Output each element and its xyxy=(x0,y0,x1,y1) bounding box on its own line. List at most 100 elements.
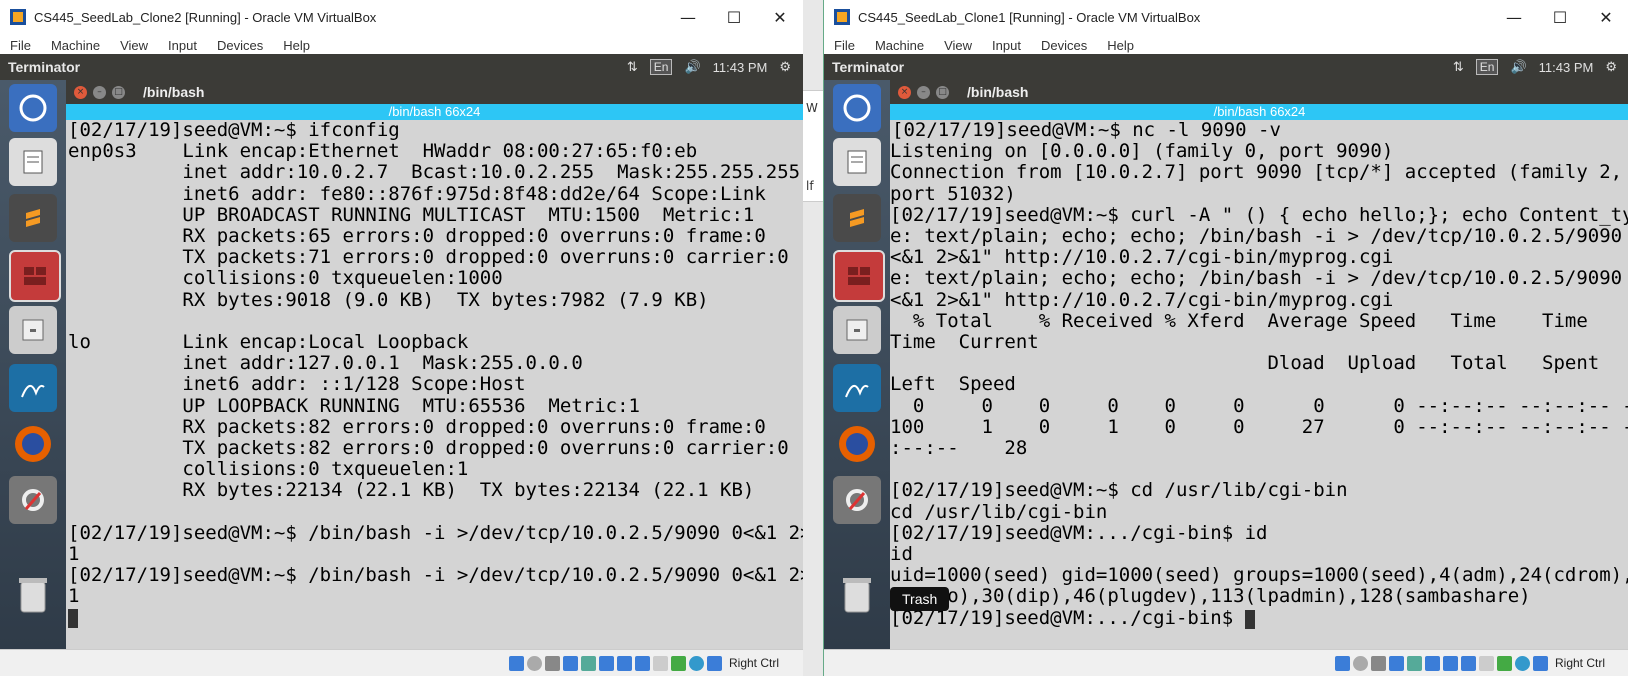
sublime-text-icon[interactable] xyxy=(9,194,57,242)
left-window-title: CS445_SeedLab_Clone2 [Running] - Oracle … xyxy=(34,9,377,25)
text-editor-icon[interactable] xyxy=(9,138,57,186)
maximize-button[interactable]: ☐ xyxy=(711,0,757,34)
text-editor-icon[interactable] xyxy=(833,138,881,186)
cpu-icon[interactable] xyxy=(652,655,668,671)
display-icon[interactable] xyxy=(1442,655,1458,671)
settings-gear-icon[interactable]: ⚙ xyxy=(1605,59,1617,75)
menu-machine[interactable]: Machine xyxy=(41,38,110,53)
background-window-strip: W lf xyxy=(803,0,823,676)
settings-gear-icon[interactable]: ⚙ xyxy=(779,59,791,75)
recording-icon[interactable] xyxy=(634,655,650,671)
system-settings-icon[interactable] xyxy=(833,476,881,524)
unity-launcher xyxy=(824,80,890,650)
virtualbox-icon xyxy=(834,9,850,25)
volume-icon[interactable]: 🔊 xyxy=(684,59,700,75)
clock[interactable]: 11:43 PM xyxy=(1539,60,1594,75)
language-indicator[interactable]: En xyxy=(649,59,673,75)
network-adapter-icon[interactable] xyxy=(1388,655,1404,671)
firefox-icon[interactable] xyxy=(9,420,57,468)
optical-drive-icon[interactable] xyxy=(1352,655,1368,671)
left-window-titlebar: CS445_SeedLab_Clone2 [Running] - Oracle … xyxy=(0,0,803,34)
terminal-tab-title: /bin/bash 66x24 xyxy=(66,104,803,120)
firefox-icon[interactable] xyxy=(833,420,881,468)
vtx-icon[interactable] xyxy=(670,655,686,671)
wireshark-icon[interactable] xyxy=(833,364,881,412)
menu-view[interactable]: View xyxy=(110,38,158,53)
host-key-label: Right Ctrl xyxy=(728,656,779,670)
term-minimize-icon[interactable]: – xyxy=(917,85,930,99)
network-icon[interactable]: ⇅ xyxy=(1453,59,1464,75)
language-indicator[interactable]: En xyxy=(1475,59,1499,75)
menu-machine[interactable]: Machine xyxy=(865,38,934,53)
terminal-text: [02/17/19]seed@VM:~$ nc -l 9090 -v Liste… xyxy=(890,120,1628,629)
terminator-icon[interactable] xyxy=(833,250,885,302)
menu-devices[interactable]: Devices xyxy=(207,38,273,53)
term-close-icon[interactable]: × xyxy=(898,85,911,99)
minimize-button[interactable]: — xyxy=(1491,0,1537,34)
ubuntu-top-panel: Terminator ⇅ En 🔊 11:43 PM ⚙ xyxy=(0,54,803,80)
minimize-button[interactable]: — xyxy=(665,0,711,34)
shared-folders-icon[interactable] xyxy=(1424,655,1440,671)
audio-icon[interactable] xyxy=(1370,655,1386,671)
usb-icon[interactable] xyxy=(1406,655,1422,671)
hdd-icon[interactable] xyxy=(1334,655,1350,671)
sublime-text-icon[interactable] xyxy=(833,194,881,242)
menu-help[interactable]: Help xyxy=(1097,38,1144,53)
host-key-label: Right Ctrl xyxy=(1554,656,1605,670)
menu-file[interactable]: File xyxy=(0,38,41,53)
terminal-title: /bin/bash xyxy=(967,84,1029,100)
menu-input[interactable]: Input xyxy=(982,38,1031,53)
trash-icon[interactable] xyxy=(833,570,881,618)
close-button[interactable]: ✕ xyxy=(757,0,803,34)
trash-icon[interactable] xyxy=(9,570,57,618)
vbox-status-bar: Right Ctrl xyxy=(0,649,803,676)
maximize-button[interactable]: ☐ xyxy=(1537,0,1583,34)
menu-file[interactable]: File xyxy=(824,38,865,53)
mouse-integration-icon[interactable] xyxy=(688,655,704,671)
term-maximize-icon[interactable]: □ xyxy=(936,85,949,99)
background-text-fragment: lf xyxy=(806,179,814,193)
background-window-fragment: W lf xyxy=(803,90,823,202)
left-vm-window: CS445_SeedLab_Clone2 [Running] - Oracle … xyxy=(0,0,804,676)
keyboard-capture-icon[interactable] xyxy=(1532,655,1548,671)
usb-icon[interactable] xyxy=(580,655,596,671)
menu-input[interactable]: Input xyxy=(158,38,207,53)
files-icon[interactable] xyxy=(833,306,881,354)
shared-folders-icon[interactable] xyxy=(598,655,614,671)
term-close-icon[interactable]: × xyxy=(74,85,87,99)
trash-tooltip: Trash xyxy=(890,587,950,611)
audio-icon[interactable] xyxy=(544,655,560,671)
clock[interactable]: 11:43 PM xyxy=(713,60,768,75)
term-minimize-icon[interactable]: – xyxy=(93,85,106,99)
recording-icon[interactable] xyxy=(1460,655,1476,671)
close-button[interactable]: ✕ xyxy=(1583,0,1628,34)
optical-drive-icon[interactable] xyxy=(526,655,542,671)
files-icon[interactable] xyxy=(9,306,57,354)
terminal-output[interactable]: [02/17/19]seed@VM:~$ nc -l 9090 -v Liste… xyxy=(890,120,1628,650)
wireshark-icon[interactable] xyxy=(9,364,57,412)
mouse-integration-icon[interactable] xyxy=(1514,655,1530,671)
cpu-icon[interactable] xyxy=(1478,655,1494,671)
hdd-icon[interactable] xyxy=(508,655,524,671)
menu-view[interactable]: View xyxy=(934,38,982,53)
menu-help[interactable]: Help xyxy=(273,38,320,53)
vbox-status-bar: Right Ctrl xyxy=(824,649,1628,676)
display-icon[interactable] xyxy=(616,655,632,671)
network-adapter-icon[interactable] xyxy=(562,655,578,671)
keyboard-capture-icon[interactable] xyxy=(706,655,722,671)
ubuntu-dash-icon[interactable] xyxy=(833,84,881,132)
ubuntu-dash-icon[interactable] xyxy=(9,84,57,132)
terminator-icon[interactable] xyxy=(9,250,61,302)
app-name: Terminator xyxy=(8,59,81,75)
vtx-icon[interactable] xyxy=(1496,655,1512,671)
network-icon[interactable]: ⇅ xyxy=(627,59,638,75)
volume-icon[interactable]: 🔊 xyxy=(1510,59,1526,75)
menu-devices[interactable]: Devices xyxy=(1031,38,1097,53)
terminal-header: × – □ /bin/bash xyxy=(66,80,803,104)
terminal-output[interactable]: [02/17/19]seed@VM:~$ ifconfig enp0s3 Lin… xyxy=(66,120,803,650)
right-window-title: CS445_SeedLab_Clone1 [Running] - Oracle … xyxy=(858,9,1201,25)
terminal-text: [02/17/19]seed@VM:~$ ifconfig enp0s3 Lin… xyxy=(68,120,803,608)
right-window-titlebar: CS445_SeedLab_Clone1 [Running] - Oracle … xyxy=(824,0,1628,34)
term-maximize-icon[interactable]: □ xyxy=(112,85,125,99)
system-settings-icon[interactable] xyxy=(9,476,57,524)
